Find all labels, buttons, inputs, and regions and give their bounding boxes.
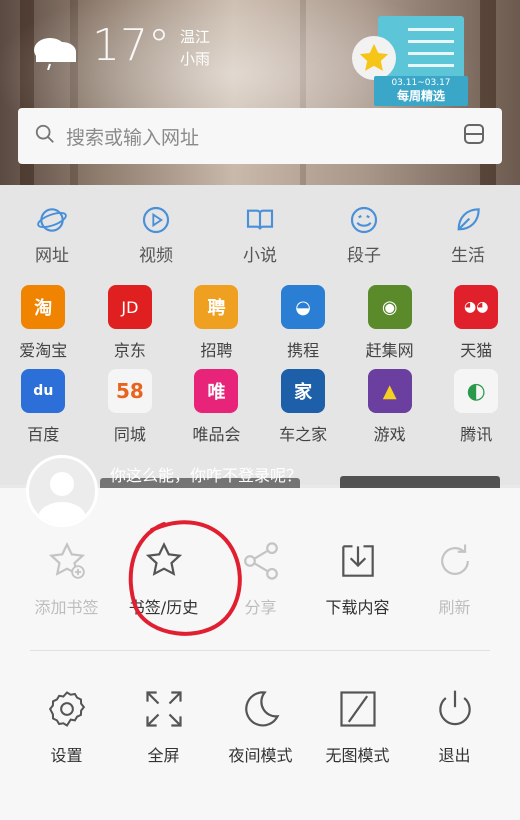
menu-label: 退出 bbox=[438, 746, 471, 765]
tab-novel[interactable]: 小说 bbox=[208, 203, 312, 266]
add-bookmark-button[interactable]: 添加书签 bbox=[18, 536, 115, 618]
shortcut-autohome[interactable]: 家车之家 bbox=[260, 369, 347, 453]
menu-label: 分享 bbox=[244, 598, 277, 617]
shortcut-label: 赶集网 bbox=[365, 341, 414, 360]
search-icon bbox=[34, 123, 56, 149]
login-prompt[interactable]: 你这么能，你咋不登录呢？ bbox=[110, 462, 302, 486]
bookmarks-history-button[interactable]: 书签/历史 bbox=[115, 536, 212, 618]
shortcut-label: 车之家 bbox=[279, 425, 328, 444]
shortcut-label: 唯品会 bbox=[192, 425, 241, 444]
menu-label: 夜间模式 bbox=[228, 746, 293, 765]
menu-label: 书签/历史 bbox=[128, 598, 199, 617]
shortcut-label: 游戏 bbox=[373, 425, 406, 444]
weather-widget[interactable]: 17° 温江 小雨 bbox=[30, 20, 211, 71]
download-icon bbox=[309, 536, 406, 586]
downloads-button[interactable]: 下载内容 bbox=[309, 536, 406, 618]
share-button[interactable]: 分享 bbox=[212, 536, 309, 618]
shortcut-vip[interactable]: 唯唯品会 bbox=[173, 369, 260, 453]
menu-label: 设置 bbox=[50, 746, 83, 765]
play-icon bbox=[104, 203, 208, 237]
settings-button[interactable]: 设置 bbox=[18, 684, 115, 766]
tab-label: 视频 bbox=[139, 246, 173, 266]
shortcut-ganji[interactable]: ◉ 赶集网 bbox=[346, 285, 433, 369]
scan-icon[interactable] bbox=[462, 122, 486, 150]
menu-label: 刷新 bbox=[438, 598, 471, 617]
shortcut-taobao[interactable]: 淘爱淘宝 bbox=[0, 285, 87, 369]
refresh-button[interactable]: 刷新 bbox=[406, 536, 503, 618]
book-icon bbox=[208, 203, 312, 237]
shortcut-grid: 淘爱淘宝 JD 京东 聘招聘 ◒ 携程 ◉ 赶集网 ◕◕ 天猫 du 百度 58 同城 唯唯… bbox=[0, 285, 520, 453]
add-bookmark-icon bbox=[18, 536, 115, 586]
leaf-icon bbox=[416, 203, 520, 237]
shortcut-tencent[interactable]: ◐ 腾讯 bbox=[433, 369, 520, 453]
weather-condition: 小雨 bbox=[180, 50, 211, 68]
share-icon bbox=[212, 536, 309, 586]
tab-label: 生活 bbox=[451, 246, 485, 266]
menu-row-top: 添加书签 书签/历史 分享 下载内容 刷新 bbox=[0, 536, 520, 618]
smile-icon bbox=[312, 203, 416, 237]
tab-label: 小说 bbox=[243, 246, 277, 266]
power-icon bbox=[406, 684, 503, 734]
shortcut-label: 招聘 bbox=[200, 341, 233, 360]
globe-icon bbox=[0, 203, 104, 237]
weekly-date-range: 03.11~03.17 bbox=[391, 78, 451, 88]
shortcut-baidu[interactable]: du 百度 bbox=[0, 369, 87, 453]
tab-video[interactable]: 视频 bbox=[104, 203, 208, 266]
shortcut-tmall[interactable]: ◕◕ 天猫 bbox=[433, 285, 520, 369]
temperature: 17° bbox=[92, 20, 170, 71]
weather-location: 温江 bbox=[180, 28, 211, 46]
shortcut-label: 携程 bbox=[287, 341, 320, 360]
shortcut-label: 爱淘宝 bbox=[19, 341, 68, 360]
weekly-picks-card[interactable]: 03.11~03.17 每周精选 bbox=[352, 16, 468, 106]
fullscreen-button[interactable]: 全屏 bbox=[115, 684, 212, 766]
tab-label: 网址 bbox=[35, 246, 69, 266]
shortcut-label: 京东 bbox=[113, 341, 146, 360]
shortcut-label: 天猫 bbox=[460, 341, 493, 360]
star-icon bbox=[115, 536, 212, 586]
avatar[interactable] bbox=[26, 455, 98, 527]
tab-life[interactable]: 生活 bbox=[416, 203, 520, 266]
moon-icon bbox=[212, 684, 309, 734]
menu-label: 下载内容 bbox=[325, 598, 390, 617]
fullscreen-icon bbox=[115, 684, 212, 734]
cloud-rain-icon bbox=[30, 30, 80, 71]
no-image-mode-button[interactable]: 无图模式 bbox=[309, 684, 406, 766]
menu-divider bbox=[30, 650, 490, 651]
shortcut-games[interactable]: ▲ 游戏 bbox=[346, 369, 433, 453]
menu-row-bottom: 设置 全屏 夜间模式 无图模式 退出 bbox=[0, 684, 520, 766]
home-content: 网址 视频 小说 段子 生活 淘爱淘宝 JD 京东 聘 招聘 ◒ 携程 ◉ 赶集… bbox=[0, 185, 520, 485]
search-input[interactable]: 搜索或输入网址 bbox=[66, 123, 462, 150]
menu-label: 全屏 bbox=[147, 746, 180, 765]
menu-label: 无图模式 bbox=[325, 746, 390, 765]
shortcut-label: 腾讯 bbox=[460, 425, 493, 444]
shortcut-jd[interactable]: JD 京东 bbox=[87, 285, 174, 369]
shortcut-58[interactable]: 58 同城 bbox=[87, 369, 174, 453]
night-mode-button[interactable]: 夜间模式 bbox=[212, 684, 309, 766]
browser-menu-sheet: 添加书签 书签/历史 分享 下载内容 刷新 设置 全屏 夜间模式 无图模式 退出 bbox=[0, 488, 520, 820]
search-bar[interactable]: 搜索或输入网址 bbox=[18, 108, 502, 164]
category-tabs: 网址 视频 小说 段子 生活 bbox=[0, 203, 520, 266]
gear-icon bbox=[18, 684, 115, 734]
shortcut-label: 百度 bbox=[27, 425, 60, 444]
shortcut-ctrip[interactable]: ◒ 携程 bbox=[260, 285, 347, 369]
menu-label: 添加书签 bbox=[34, 598, 99, 617]
tab-label: 段子 bbox=[347, 246, 381, 266]
star-badge-icon bbox=[352, 36, 396, 80]
no-image-icon bbox=[309, 684, 406, 734]
shortcut-label: 同城 bbox=[113, 425, 146, 444]
exit-button[interactable]: 退出 bbox=[406, 684, 503, 766]
refresh-icon bbox=[406, 536, 503, 586]
weekly-title: 每周精选 bbox=[396, 89, 445, 103]
tab-jokes[interactable]: 段子 bbox=[312, 203, 416, 266]
tab-url[interactable]: 网址 bbox=[0, 203, 104, 266]
shortcut-zhaopin[interactable]: 聘招聘 bbox=[173, 285, 260, 369]
